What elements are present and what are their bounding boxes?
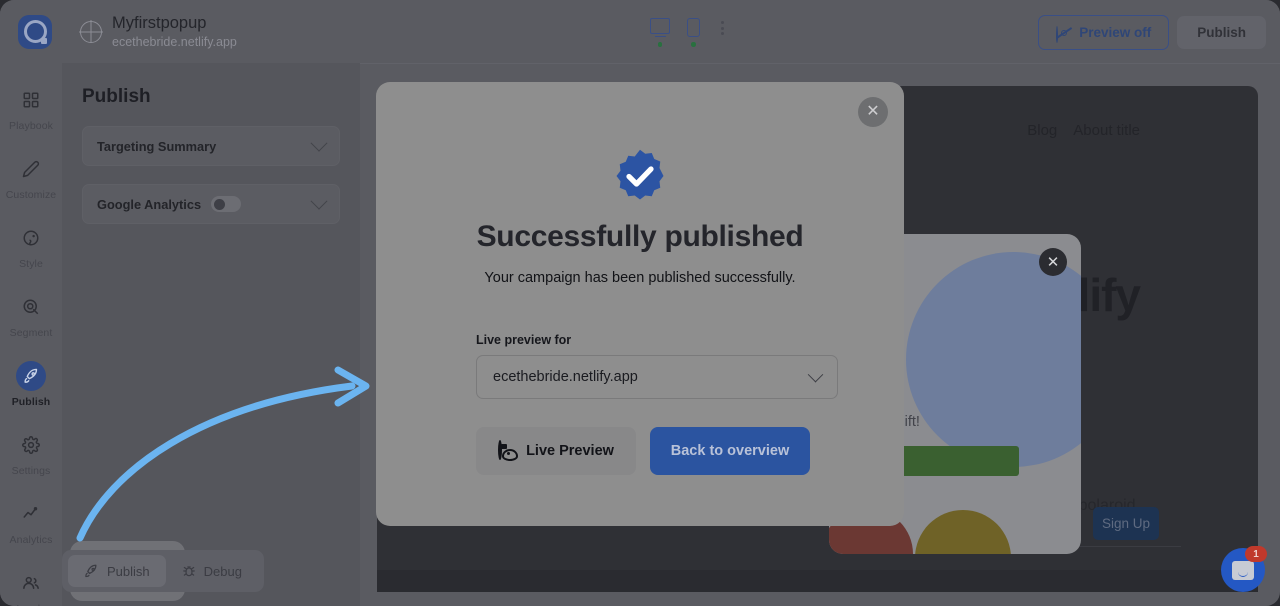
chevron-down-icon — [807, 366, 824, 382]
popupsmart-logo-icon — [18, 14, 52, 49]
modal-heading: Successfully published — [476, 220, 804, 253]
live-preview-domain-value: ecethebride.netlify.app — [493, 369, 638, 385]
sidebar-label-publish: Publish — [11, 396, 51, 408]
preview-off-label: Preview off — [1079, 25, 1152, 40]
sidebar-item-customize[interactable]: Customize — [0, 154, 62, 201]
live-preview-domain-select[interactable]: ecethebride.netlify.app — [476, 355, 838, 399]
modal-close-icon[interactable]: ✕ — [858, 97, 888, 127]
sidebar-item-style[interactable]: Style — [0, 223, 62, 270]
sidebar-label-playbook: Playbook — [9, 120, 53, 132]
target-icon — [16, 292, 46, 322]
accordion-google-analytics[interactable]: Google Analytics — [82, 184, 340, 224]
top-bar: Myfirstpopup ecethebride.netlify.app Pre… — [0, 0, 1280, 64]
accordion-label-targeting: Targeting Summary — [97, 138, 217, 154]
desktop-status-dot — [657, 42, 663, 47]
sidebar-label-customize: Customize — [5, 189, 57, 201]
preview-nav-about[interactable]: About title — [1073, 122, 1140, 139]
preview-nav-blog[interactable]: Blog — [1027, 122, 1057, 139]
live-preview-label: Live Preview — [526, 443, 614, 459]
popup-close-icon[interactable]: ✕ — [1039, 248, 1067, 276]
sidebar-label-settings: Settings — [11, 465, 51, 477]
publish-label-top: Publish — [1197, 25, 1246, 40]
rocket-icon — [85, 564, 97, 577]
intercom-badge: 1 — [1245, 546, 1267, 562]
kebab-menu-icon[interactable] — [721, 21, 724, 35]
mobile-icon[interactable] — [687, 18, 700, 47]
users-icon — [16, 568, 46, 598]
brand-logo[interactable] — [0, 14, 70, 49]
globe-eye-icon — [498, 440, 519, 461]
campaign-name: Myfirstpopup — [112, 13, 207, 32]
live-preview-button[interactable]: Live Preview — [476, 427, 636, 475]
desktop-icon[interactable] — [650, 18, 670, 47]
pencil-icon — [16, 154, 46, 184]
sidebar-label-analytics: Analytics — [9, 534, 53, 546]
dock-debug-label: Debug — [203, 563, 242, 579]
sidebar-item-segment[interactable]: Segment — [0, 292, 62, 339]
sidebar-item-settings[interactable]: Settings — [0, 430, 62, 477]
preview-off-button[interactable]: Preview off — [1038, 15, 1170, 50]
preview-nav: Blog About title — [1027, 122, 1140, 139]
accordion-targeting-summary[interactable]: Targeting Summary — [82, 126, 340, 166]
sidebar-item-playbook[interactable]: Playbook — [0, 85, 62, 132]
intercom-chat-button[interactable]: 1 — [1221, 546, 1267, 592]
viewport-base-bar — [377, 570, 1258, 592]
chevron-down-icon — [310, 192, 328, 210]
chevron-down-icon — [310, 134, 328, 152]
panel-bottom-dock: Publish Debug — [62, 550, 264, 592]
verified-check-icon — [610, 146, 670, 206]
sidebar-rail: Playbook Customize Style Segment Publish… — [0, 63, 63, 606]
dock-publish-label: Publish — [107, 563, 150, 579]
eye-off-icon — [1056, 26, 1073, 43]
device-toggle-group — [650, 18, 724, 47]
dock-debug-button[interactable]: Debug — [166, 555, 258, 587]
modal-message: Your campaign has been published success… — [484, 270, 796, 286]
grid-icon — [16, 85, 46, 115]
sidebar-label-segment: Segment — [9, 327, 53, 339]
palette-icon — [16, 223, 46, 253]
popup-blob-gold — [915, 510, 1011, 554]
google-analytics-toggle[interactable] — [211, 196, 242, 212]
campaign-url: ecethebride.netlify.app — [112, 34, 237, 49]
sidebar-item-publish[interactable]: Publish — [0, 361, 62, 408]
publish-panel: Publish Targeting Summary Google Analyti… — [62, 63, 360, 606]
gear-icon — [16, 430, 46, 460]
dock-publish-button[interactable]: Publish — [68, 555, 166, 587]
publish-button-top[interactable]: Publish — [1177, 16, 1266, 49]
bug-icon — [182, 566, 195, 577]
preview-signup-label: Sign Up — [1101, 516, 1151, 531]
accordion-label-ga: Google Analytics — [97, 196, 202, 212]
globe-icon — [80, 20, 102, 43]
preview-signup-button[interactable]: Sign Up — [1093, 507, 1159, 540]
back-to-overview-label: Back to overview — [670, 443, 790, 459]
sidebar-label-style: Style — [19, 258, 43, 270]
sidebar-item-leads[interactable]: Leads — [0, 568, 62, 606]
chat-bubble-icon — [1232, 560, 1254, 580]
mobile-status-dot — [691, 42, 696, 47]
success-modal: ✕ Successfully published Your campaign h… — [376, 82, 904, 526]
top-actions: Preview off Publish — [1038, 15, 1266, 50]
sidebar-item-analytics[interactable]: Analytics — [0, 499, 62, 546]
chart-line-icon — [16, 499, 46, 529]
page-title: Publish — [82, 86, 151, 107]
rocket-icon — [16, 361, 46, 391]
site-info[interactable]: Myfirstpopup ecethebride.netlify.app — [80, 14, 237, 50]
modal-actions: Live Preview Back to overview — [476, 427, 810, 475]
live-preview-field-label: Live preview for — [476, 333, 572, 347]
back-to-overview-button[interactable]: Back to overview — [650, 427, 810, 475]
app-root: Myfirstpopup ecethebride.netlify.app Pre… — [0, 0, 1280, 606]
